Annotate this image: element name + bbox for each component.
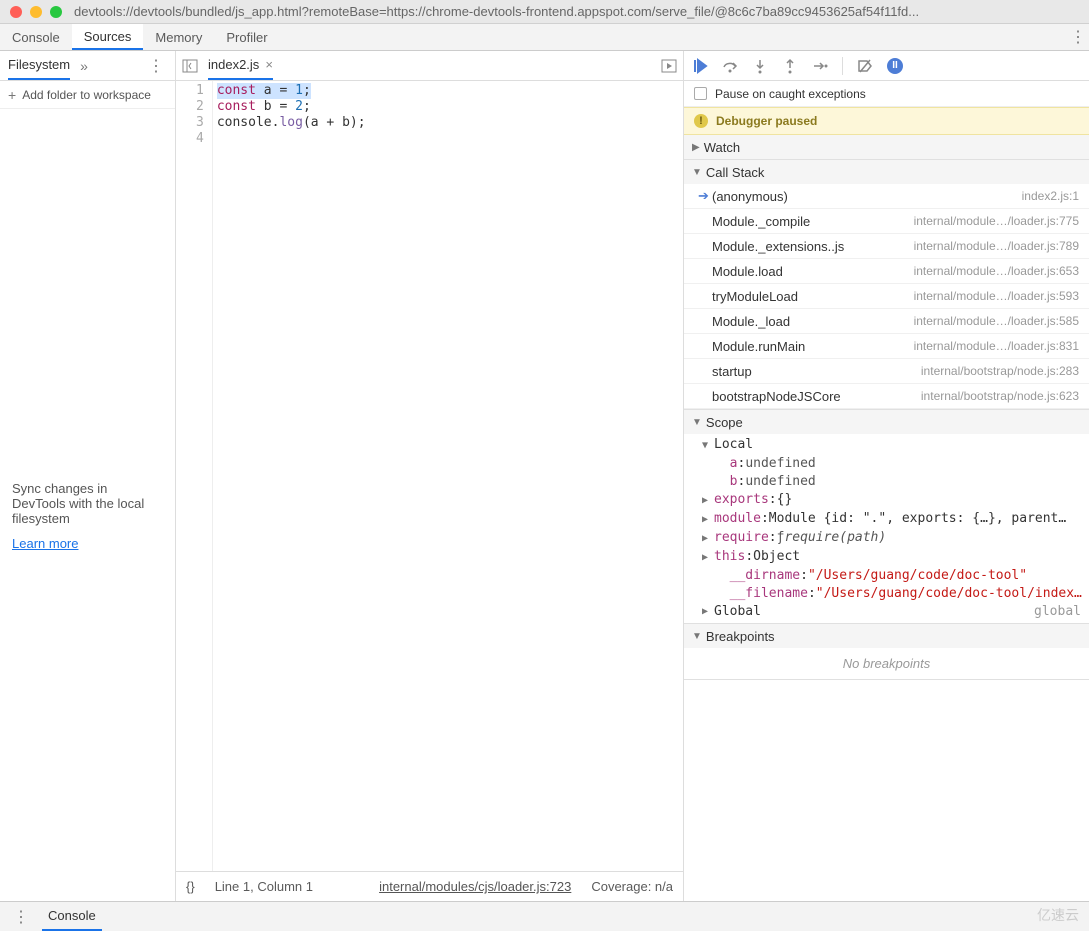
- file-tab[interactable]: index2.js ×: [208, 51, 273, 80]
- navigator-sidebar: Filesystem » ⋮ + Add folder to workspace…: [0, 51, 176, 901]
- callstack-frame[interactable]: Module._loadinternal/module…/loader.js:5…: [684, 309, 1089, 334]
- cursor-position: Line 1, Column 1: [215, 879, 313, 894]
- window-title: devtools://devtools/bundled/js_app.html?…: [74, 4, 1079, 19]
- add-folder-button[interactable]: + Add folder to workspace: [0, 81, 175, 109]
- step-out-icon[interactable]: [782, 58, 798, 74]
- status-file-link[interactable]: internal/modules/cjs/loader.js:723: [379, 879, 571, 894]
- callstack-section[interactable]: ▼Call Stack: [684, 160, 1089, 184]
- scope-filename[interactable]: __filename: "/Users/guang/code/doc-tool/…: [684, 585, 1089, 603]
- scope-this[interactable]: ▶this: Object: [684, 548, 1089, 567]
- scope-dirname[interactable]: __dirname: "/Users/guang/code/doc-tool": [684, 567, 1089, 585]
- navigator-menu-icon[interactable]: ⋮: [145, 56, 167, 76]
- callstack-frame[interactable]: tryModuleLoadinternal/module…/loader.js:…: [684, 284, 1089, 309]
- scope-section[interactable]: ▼Scope: [684, 410, 1089, 434]
- callstack-frame[interactable]: startupinternal/bootstrap/node.js:283: [684, 359, 1089, 384]
- editor-panel: index2.js × 1234 const a = 1; const b = …: [176, 51, 684, 901]
- scope-var-a[interactable]: a: undefined: [684, 455, 1089, 473]
- callstack-frame[interactable]: Module.loadinternal/module…/loader.js:65…: [684, 259, 1089, 284]
- pause-on-exceptions-icon[interactable]: II: [887, 58, 903, 74]
- deactivate-breakpoints-icon[interactable]: [857, 58, 873, 74]
- toggle-navigator-icon[interactable]: [182, 58, 198, 74]
- window-titlebar: devtools://devtools/bundled/js_app.html?…: [0, 0, 1089, 24]
- drawer-menu-icon[interactable]: ⋮: [10, 907, 32, 927]
- info-icon: !: [694, 114, 708, 128]
- drawer-console-tab[interactable]: Console: [42, 902, 102, 931]
- minimize-window-icon[interactable]: [30, 6, 42, 18]
- learn-more-link[interactable]: Learn more: [12, 536, 78, 551]
- traffic-lights: [10, 6, 62, 18]
- pause-caught-label: Pause on caught exceptions: [715, 87, 866, 101]
- debugger-panel: II Pause on caught exceptions ! Debugger…: [684, 51, 1089, 901]
- step-icon[interactable]: [812, 58, 828, 74]
- tab-console[interactable]: Console: [0, 24, 72, 50]
- tab-profiler[interactable]: Profiler: [214, 24, 279, 50]
- resume-icon[interactable]: [692, 58, 708, 74]
- callstack-frame[interactable]: ➔(anonymous)index2.js:1: [684, 184, 1089, 209]
- fullscreen-window-icon[interactable]: [50, 6, 62, 18]
- panel-tabs: Console Sources Memory Profiler ⋮: [0, 24, 1089, 51]
- watch-section[interactable]: ▶Watch: [684, 135, 1089, 159]
- code-editor[interactable]: const a = 1; const b = 2; console.log(a …: [213, 81, 366, 871]
- debugger-paused-banner: ! Debugger paused: [684, 107, 1089, 135]
- line-gutter: 1234: [176, 81, 213, 871]
- close-window-icon[interactable]: [10, 6, 22, 18]
- scope-module[interactable]: ▶module: Module {id: ".", exports: {…}, …: [684, 510, 1089, 529]
- tab-sources[interactable]: Sources: [72, 24, 144, 50]
- file-tab-label: index2.js: [208, 57, 259, 72]
- scope-exports[interactable]: ▶exports: {}: [684, 491, 1089, 510]
- coverage-status: Coverage: n/a: [591, 879, 673, 894]
- add-folder-label: Add folder to workspace: [22, 88, 151, 102]
- scope-var-b[interactable]: b: undefined: [684, 473, 1089, 491]
- scope-global[interactable]: ▶Globalglobal: [684, 603, 1089, 621]
- filesystem-hint: Sync changes in DevTools with the local …: [12, 481, 163, 526]
- no-breakpoints-label: No breakpoints: [684, 648, 1089, 679]
- callstack-frame[interactable]: bootstrapNodeJSCoreinternal/bootstrap/no…: [684, 384, 1089, 409]
- tab-memory[interactable]: Memory: [143, 24, 214, 50]
- pretty-print-icon[interactable]: {}: [186, 879, 195, 894]
- drawer: ⋮ Console: [0, 901, 1089, 931]
- scope-require[interactable]: ▶require: ƒ require(path): [684, 529, 1089, 548]
- run-snippet-icon[interactable]: [661, 58, 677, 74]
- step-over-icon[interactable]: [722, 58, 738, 74]
- scope-local[interactable]: ▼Local: [684, 436, 1089, 455]
- breakpoints-section[interactable]: ▼Breakpoints: [684, 624, 1089, 648]
- step-into-icon[interactable]: [752, 58, 768, 74]
- watermark: 亿速云: [1037, 905, 1079, 925]
- callstack-frame[interactable]: Module._compileinternal/module…/loader.j…: [684, 209, 1089, 234]
- more-tabs-icon[interactable]: »: [80, 58, 88, 74]
- close-icon[interactable]: ×: [265, 57, 273, 72]
- plus-icon: +: [8, 87, 16, 103]
- pause-caught-checkbox[interactable]: [694, 87, 707, 100]
- callstack-frame[interactable]: Module._extensions..jsinternal/module…/l…: [684, 234, 1089, 259]
- filesystem-tab[interactable]: Filesystem: [8, 51, 70, 80]
- callstack-frame[interactable]: Module.runMaininternal/module…/loader.js…: [684, 334, 1089, 359]
- settings-menu-icon[interactable]: ⋮: [1067, 24, 1089, 50]
